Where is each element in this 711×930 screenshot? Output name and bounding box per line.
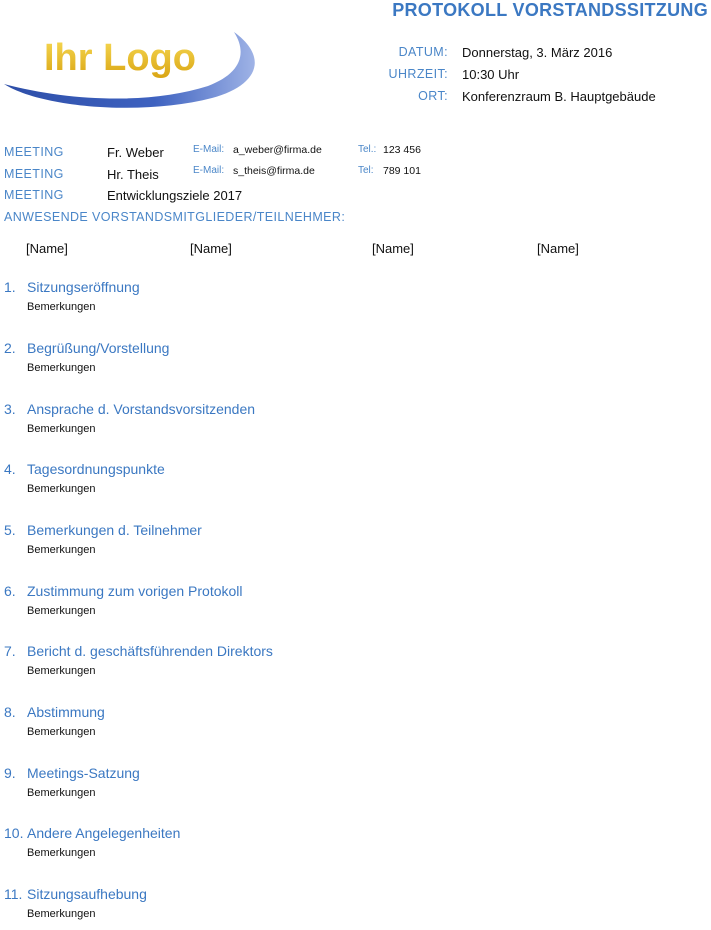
- meeting-topic-value: Entwicklungsziele 2017: [107, 188, 243, 203]
- agenda-item-remark: Bemerkungen: [27, 787, 96, 799]
- agenda-item-remark: Bemerkungen: [27, 908, 96, 920]
- agenda-item-title: Sitzungsaufhebung: [27, 886, 147, 902]
- company-logo: Ihr Logo: [4, 32, 255, 108]
- agenda-item: 2. Begrüßung/Vorstellung Bemerkungen: [4, 340, 604, 384]
- agenda-item: 11. Sitzungsaufhebung Bemerkungen: [4, 886, 604, 930]
- agenda-item-remark: Bemerkungen: [27, 362, 96, 374]
- date-label: DATUM:: [398, 45, 448, 59]
- meeting-label: MEETING: [4, 167, 64, 181]
- agenda-item-number: 1.: [4, 279, 16, 295]
- place-label: ORT:: [418, 89, 448, 103]
- agenda-item: 1. Sitzungseröffnung Bemerkungen: [4, 279, 604, 323]
- time-value: 10:30 Uhr: [462, 67, 520, 82]
- agenda-item-title: Ansprache d. Vorstandsvorsitzenden: [27, 401, 256, 417]
- agenda-item: 5. Bemerkungen d. Teilnehmer Bemerkungen: [4, 522, 604, 566]
- agenda-item-remark: Bemerkungen: [27, 423, 96, 435]
- agenda-item-title: Bericht d. geschäftsführenden Direktors: [27, 643, 273, 659]
- attendee-name: [Name]: [190, 241, 232, 256]
- agenda-item: 10. Andere Angelegenheiten Bemerkungen: [4, 825, 604, 869]
- agenda-item: 4. Tagesordnungspunkte Bemerkungen: [4, 461, 604, 505]
- email-value: a_weber@firma.de: [233, 144, 322, 156]
- date-value: Donnerstag, 3. März 2016: [462, 45, 613, 60]
- email-label: E-Mail:: [193, 144, 225, 155]
- agenda-item-number: 11.: [4, 886, 23, 902]
- agenda-item-number: 8.: [4, 704, 16, 720]
- attendee-name: [Name]: [372, 241, 414, 256]
- agenda-item-number: 2.: [4, 340, 16, 356]
- agenda-item-remark: Bemerkungen: [27, 544, 96, 556]
- agenda-item: 7. Bericht d. geschäftsführenden Direkto…: [4, 643, 604, 687]
- agenda-item-remark: Bemerkungen: [27, 301, 96, 313]
- agenda-item-number: 9.: [4, 765, 16, 781]
- agenda-item-remark: Bemerkungen: [27, 605, 96, 617]
- agenda-item-remark: Bemerkungen: [27, 665, 96, 677]
- agenda-item-title: Tagesordnungspunkte: [27, 461, 165, 477]
- attendees-label: ANWESENDE VORSTANDSMITGLIEDER/TEILNEHMER…: [4, 210, 346, 224]
- tel-label: Tel.:: [358, 144, 377, 155]
- agenda-item-remark: Bemerkungen: [27, 847, 96, 859]
- tel-value: 789 101: [383, 165, 421, 177]
- agenda-item-title: Bemerkungen d. Teilnehmer: [27, 522, 202, 538]
- contact-name: Fr. Weber: [107, 145, 164, 160]
- agenda-item-number: 3.: [4, 401, 16, 417]
- agenda-item-remark: Bemerkungen: [27, 483, 96, 495]
- agenda-item-number: 5.: [4, 522, 16, 538]
- agenda-item: 9. Meetings-Satzung Bemerkungen: [4, 765, 604, 809]
- meeting-topic-label: MEETING: [4, 188, 64, 202]
- agenda-item-number: 6.: [4, 583, 16, 599]
- agenda-item-title: Andere Angelegenheiten: [27, 825, 181, 841]
- attendee-name: [Name]: [26, 241, 68, 256]
- agenda-item-number: 7.: [4, 643, 16, 659]
- agenda-item-title: Meetings-Satzung: [27, 765, 140, 781]
- agenda-item: 6. Zustimmung zum vorigen Protokoll Beme…: [4, 583, 604, 627]
- agenda-item-number: 4.: [4, 461, 16, 477]
- contact-name: Hr. Theis: [107, 167, 159, 182]
- agenda-item-title: Begrüßung/Vorstellung: [27, 340, 170, 356]
- email-value: s_theis@firma.de: [233, 165, 315, 177]
- agenda-item: 8. Abstimmung Bemerkungen: [4, 704, 604, 748]
- agenda-item-number: 10.: [4, 825, 24, 841]
- agenda-item: 3. Ansprache d. Vorstandsvorsitzenden Be…: [4, 401, 604, 445]
- place-value: Konferenzraum B. Hauptgebäude: [462, 89, 656, 104]
- time-label: UHRZEIT:: [388, 67, 448, 81]
- meeting-label: MEETING: [4, 145, 64, 159]
- agenda-item-title: Abstimmung: [27, 704, 105, 720]
- agenda-item-title: Zustimmung zum vorigen Protokoll: [27, 583, 243, 599]
- email-label: E-Mail:: [193, 165, 225, 176]
- attendee-name: [Name]: [537, 241, 579, 256]
- agenda-item-remark: Bemerkungen: [27, 726, 96, 738]
- tel-label: Tel:: [358, 165, 374, 176]
- logo-text: Ihr Logo: [44, 37, 196, 79]
- tel-value: 123 456: [383, 144, 421, 156]
- agenda-item-title: Sitzungseröffnung: [27, 279, 140, 295]
- document-title: PROTOKOLL VORSTANDSSITZUNG: [392, 0, 708, 20]
